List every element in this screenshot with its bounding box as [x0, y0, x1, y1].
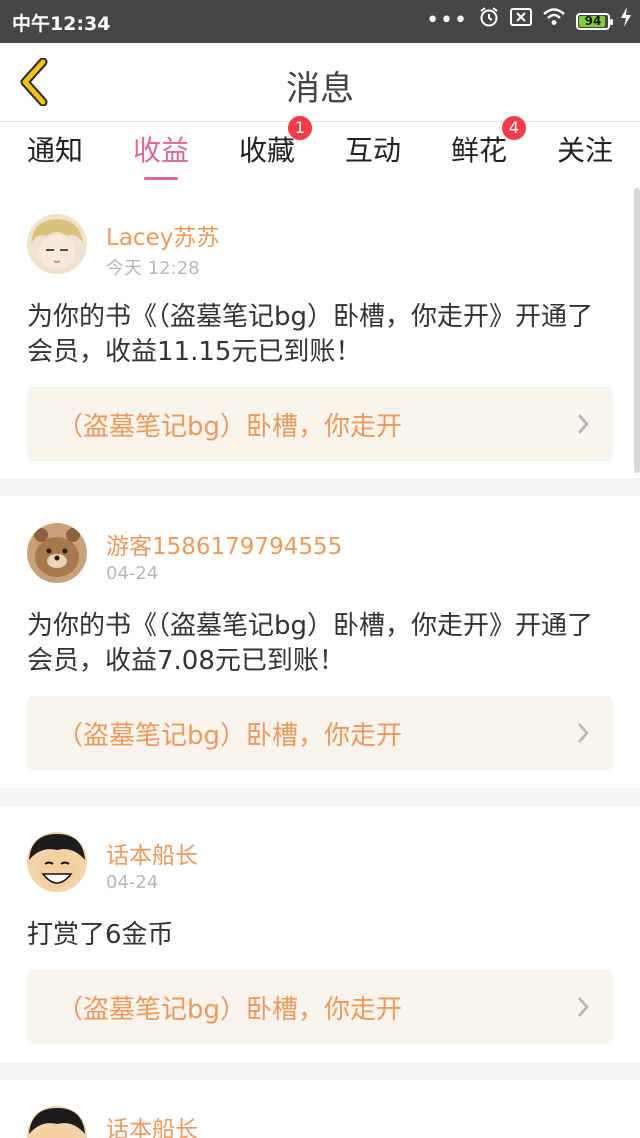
chevron-right-icon	[578, 723, 589, 743]
message-card: 话本船长	[0, 1080, 640, 1138]
message-card: 游客1586179794555 04-24 为你的书《（盗墓笔记bg）卧槽，你走…	[0, 496, 640, 788]
tab-label: 关注	[556, 134, 613, 167]
chevron-right-icon	[578, 414, 589, 434]
status-bar: 中午12:34 ••• 94	[0, 0, 640, 43]
tab-label: 互动	[344, 134, 401, 167]
message-time: 04-24	[106, 872, 159, 893]
username[interactable]: 话本船长	[106, 1110, 198, 1138]
avatar[interactable]	[27, 1106, 87, 1138]
tab-notifications[interactable]: 通知	[2, 122, 108, 186]
wifi-icon	[542, 8, 566, 34]
more-dots-icon: •••	[426, 8, 468, 33]
alarm-icon	[478, 6, 500, 36]
tab-bar: 通知 收益 收藏 1 互动 鲜花 4 关注	[0, 116, 640, 186]
book-title: （盗墓笔记bg）卧槽，你走开	[57, 412, 403, 442]
message-text: 打赏了6金币	[27, 920, 174, 950]
tab-label: 通知	[26, 134, 83, 167]
avatar[interactable]	[27, 523, 87, 583]
tab-label: 收益	[132, 134, 189, 167]
tab-flowers[interactable]: 鲜花 4	[426, 116, 532, 186]
book-link[interactable]: （盗墓笔记bg）卧槽，你走开	[27, 970, 613, 1044]
username[interactable]: 话本船长	[106, 836, 198, 870]
chevron-right-icon	[578, 997, 589, 1017]
tab-favorites[interactable]: 收藏 1	[214, 116, 320, 186]
avatar[interactable]	[27, 214, 87, 274]
charging-icon	[620, 7, 632, 35]
avatar[interactable]	[27, 832, 87, 892]
battery-icon: 94	[576, 12, 613, 30]
tab-label: 收藏	[238, 134, 295, 167]
message-text: 为你的书《（盗墓笔记bg）卧槽，你走开》开通了会员，收益11.15元已到账！	[27, 302, 594, 367]
message-card: Lacey苏苏 今天 12:28 为你的书《（盗墓笔记bg）卧槽，你走开》开通了…	[0, 186, 640, 478]
book-title: （盗墓笔记bg）卧槽，你走开	[57, 721, 403, 751]
tab-following[interactable]: 关注	[532, 122, 638, 186]
username[interactable]: 游客1586179794555	[106, 527, 342, 561]
tab-badge: 1	[288, 116, 312, 140]
status-time: 中午12:34	[12, 13, 111, 35]
tab-interactions[interactable]: 互动	[320, 122, 426, 186]
no-sim-icon	[510, 8, 532, 34]
scrollbar[interactable]	[634, 188, 640, 473]
tab-badge: 4	[502, 116, 526, 140]
message-text: 为你的书《（盗墓笔记bg）卧槽，你走开》开通了会员，收益7.08元已到账！	[27, 611, 594, 676]
book-link[interactable]: （盗墓笔记bg）卧槽，你走开	[27, 696, 613, 770]
tab-earnings[interactable]: 收益	[108, 122, 214, 186]
message-time: 今天 12:28	[106, 258, 200, 279]
message-card: 话本船长 04-24 打赏了6金币 （盗墓笔记bg）卧槽，你走开	[0, 806, 640, 1062]
header: 消息	[0, 43, 640, 122]
battery-percent: 94	[584, 13, 602, 28]
page-title: 消息	[286, 69, 354, 109]
message-time: 04-24	[106, 563, 159, 584]
username[interactable]: Lacey苏苏	[106, 218, 219, 252]
status-icons: ••• 94	[426, 6, 632, 36]
tab-label: 鲜花	[450, 134, 507, 167]
book-title: （盗墓笔记bg）卧槽，你走开	[57, 995, 403, 1025]
book-link[interactable]: （盗墓笔记bg）卧槽，你走开	[27, 387, 613, 461]
active-tab-indicator	[144, 177, 178, 180]
